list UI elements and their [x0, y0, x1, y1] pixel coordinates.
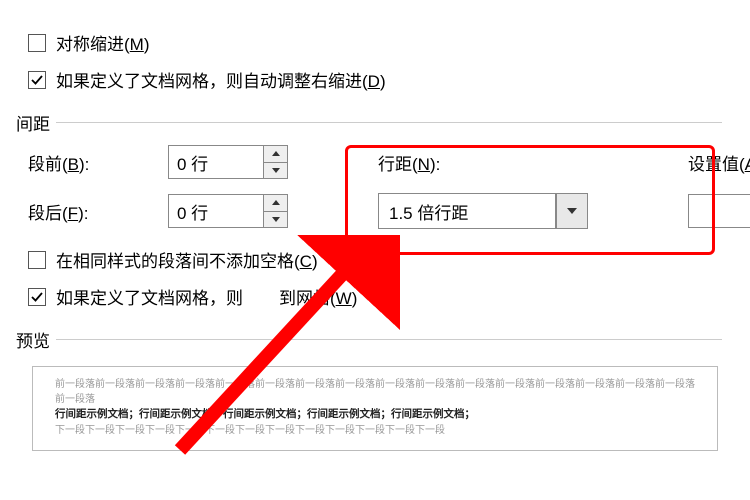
space-after-label: 段后(F): — [28, 199, 168, 224]
divider — [56, 122, 722, 123]
space-after-spinner[interactable]: 0 行 — [168, 194, 288, 228]
space-before-spinner[interactable]: 0 行 — [168, 145, 288, 179]
snap-to-grid-checkbox[interactable]: 如果定义了文档网格，则到网格(W) — [28, 284, 722, 309]
checkbox-box — [28, 71, 46, 89]
chevron-up-icon — [272, 200, 280, 205]
auto-right-indent-checkbox[interactable]: 如果定义了文档网格，则自动调整右缩进(D) — [28, 67, 722, 92]
checkbox-box — [28, 251, 46, 269]
spinner-up-button[interactable] — [264, 195, 287, 212]
checkbox-label: 如果定义了文档网格，则到网格(W) — [56, 284, 357, 309]
check-icon — [30, 73, 44, 87]
preview-grey-text: 下一段下一段下一段下一段下一段下一段下一段下一段下一段下一段下一段下一段下一段 — [55, 423, 695, 438]
set-value-label: 设置值(A): — [688, 150, 750, 175]
chevron-down-icon — [272, 168, 280, 173]
checkbox-label: 在相同样式的段落间不添加空格(C) — [56, 247, 318, 272]
checkbox-label: 对称缩进(M) — [56, 30, 150, 55]
chevron-down-icon — [272, 217, 280, 222]
combo-dropdown-button[interactable] — [556, 193, 588, 229]
line-spacing-label: 行距(N): — [358, 150, 538, 175]
divider — [56, 339, 722, 340]
space-before-label: 段前(B): — [28, 150, 168, 175]
preview-grey-text: 前一段落前一段落前一段落前一段落前一段落前一段落前一段落前一段落前一段落前一段落… — [55, 377, 695, 407]
spinner-value[interactable]: 0 行 — [168, 145, 264, 179]
chevron-down-icon — [567, 208, 577, 214]
preview-pane: 前一段落前一段落前一段落前一段落前一段落前一段落前一段落前一段落前一段落前一段落… — [32, 366, 718, 451]
check-icon — [30, 290, 44, 304]
set-value-spinner[interactable] — [688, 194, 750, 228]
spacing-section-title: 间距 — [16, 110, 50, 135]
line-spacing-combo[interactable]: 1.5 倍行距 — [378, 193, 588, 229]
spinner-down-button[interactable] — [264, 212, 287, 228]
mirror-indent-checkbox[interactable]: 对称缩进(M) — [28, 30, 722, 55]
checkbox-box — [28, 34, 46, 52]
checkbox-box — [28, 288, 46, 306]
spinner-value[interactable] — [688, 194, 750, 228]
spinner-up-button[interactable] — [264, 146, 287, 163]
chevron-up-icon — [272, 151, 280, 156]
spinner-value[interactable]: 0 行 — [168, 194, 264, 228]
combo-value[interactable]: 1.5 倍行距 — [378, 193, 556, 229]
spinner-down-button[interactable] — [264, 163, 287, 179]
checkbox-label: 如果定义了文档网格，则自动调整右缩进(D) — [56, 67, 386, 92]
preview-bold-text: 行间距示例文档；行间距示例文档；行间距示例文档；行间距示例文档；行间距示例文档； — [55, 407, 695, 423]
no-space-same-style-checkbox[interactable]: 在相同样式的段落间不添加空格(C) — [28, 247, 722, 272]
preview-section-title: 预览 — [16, 327, 50, 352]
